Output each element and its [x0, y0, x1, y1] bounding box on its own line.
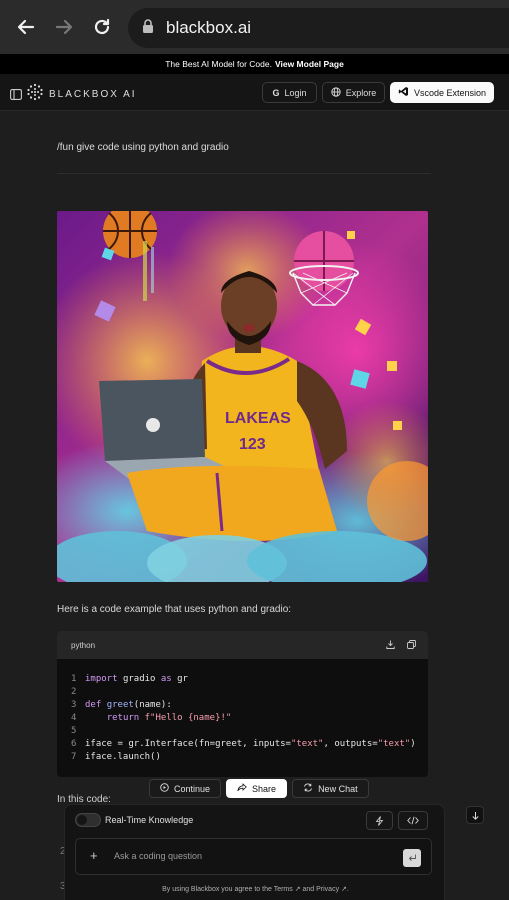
forward-arrow-icon[interactable] [50, 13, 78, 41]
logo-text: BLACKBOX AI [49, 89, 137, 100]
svg-text:LAKEAS: LAKEAS [225, 410, 291, 427]
realtime-knowledge-label: Real-Time Knowledge [105, 815, 194, 825]
url-text: blackbox.ai [166, 18, 252, 37]
code-line: 1 import gradio as gr [71, 674, 188, 684]
code-icon [407, 816, 419, 825]
share-label: Share [252, 783, 277, 794]
svg-text:123: 123 [239, 436, 266, 453]
enter-icon [408, 854, 416, 861]
code-line: 3 def greet(name): [71, 700, 172, 710]
prompt-placeholder: Ask a coding question [114, 851, 203, 861]
announcement-text: The Best AI Model for Code. [165, 59, 272, 69]
globe-icon [331, 86, 341, 99]
back-arrow-icon[interactable] [12, 13, 40, 41]
chat-composer: Real-Time Knowledge + Ask a coding quest… [64, 804, 445, 900]
code-body: 1 import gradio as gr 2 3 def greet(name):… [57, 659, 428, 764]
lightning-icon [375, 815, 384, 826]
scroll-down-button[interactable] [466, 806, 484, 824]
response-intro-text: Here is a code example that uses python … [57, 604, 292, 615]
vscode-label: Vscode Extension [413, 87, 487, 98]
google-icon: G [272, 87, 280, 98]
refresh-icon [303, 783, 313, 794]
announcement-bar: The Best AI Model for Code. View Model P… [0, 54, 509, 74]
play-circle-icon [160, 783, 169, 794]
code-line: 5 [71, 726, 77, 736]
code-language-label: python [71, 640, 96, 650]
blackbox-logo[interactable]: BLACKBOX AI [26, 83, 137, 106]
explore-label: Explore [345, 87, 377, 98]
code-line: 7 iface.launch() [71, 752, 161, 762]
continue-button[interactable]: Continue [149, 779, 222, 798]
code-block: python 1 import gradio as gr 2 3 def greet… [57, 631, 428, 777]
plus-icon[interactable]: + [90, 848, 98, 863]
explore-button[interactable]: Explore [322, 82, 385, 103]
message-divider [57, 173, 431, 174]
continue-label: Continue [174, 783, 211, 794]
prompt-input[interactable]: + Ask a coding question [75, 838, 432, 875]
logo-mark-icon [26, 83, 44, 106]
arrow-down-icon [471, 811, 479, 820]
code-mode-button[interactable] [398, 811, 428, 830]
share-button[interactable]: Share [226, 779, 288, 798]
code-line: 4 return f"Hello {name}!" [71, 713, 232, 723]
lightning-button[interactable] [366, 811, 393, 830]
browser-toolbar: blackbox.ai [0, 0, 509, 54]
code-line: 6 iface = gr.Interface(fn=greet, inputs="… [71, 739, 416, 749]
login-label: Login [284, 87, 307, 98]
vscode-extension-button[interactable]: Vscode Extension [390, 82, 494, 103]
share-icon [237, 783, 247, 794]
site-header: BLACKBOX AI G Login Explore Vscode Exten… [0, 74, 509, 111]
chat-area: /fun give code using python and gradio L… [0, 111, 509, 900]
copy-icon[interactable] [407, 639, 416, 651]
download-icon[interactable] [386, 640, 395, 651]
send-button[interactable] [403, 849, 421, 867]
user-message: /fun give code using python and gradio [57, 142, 229, 153]
terms-text: By using Blackbox you agree to the Terms… [162, 886, 349, 893]
address-bar[interactable]: blackbox.ai [128, 8, 509, 48]
code-line: 2 [71, 687, 77, 697]
response-actions: Continue Share New Chat [149, 779, 369, 798]
view-model-link[interactable]: View Model Page [275, 59, 344, 69]
vscode-icon [398, 86, 409, 99]
sidebar-toggle-icon[interactable] [10, 87, 22, 105]
generated-image: LAKEAS 123 [57, 211, 428, 582]
new-chat-label: New Chat [318, 783, 358, 794]
new-chat-button[interactable]: New Chat [292, 779, 369, 798]
code-block-header: python [57, 631, 428, 659]
realtime-knowledge-toggle[interactable] [75, 813, 101, 827]
login-button[interactable]: G Login [262, 82, 317, 103]
lock-icon [142, 18, 154, 38]
reload-icon[interactable] [88, 13, 116, 41]
